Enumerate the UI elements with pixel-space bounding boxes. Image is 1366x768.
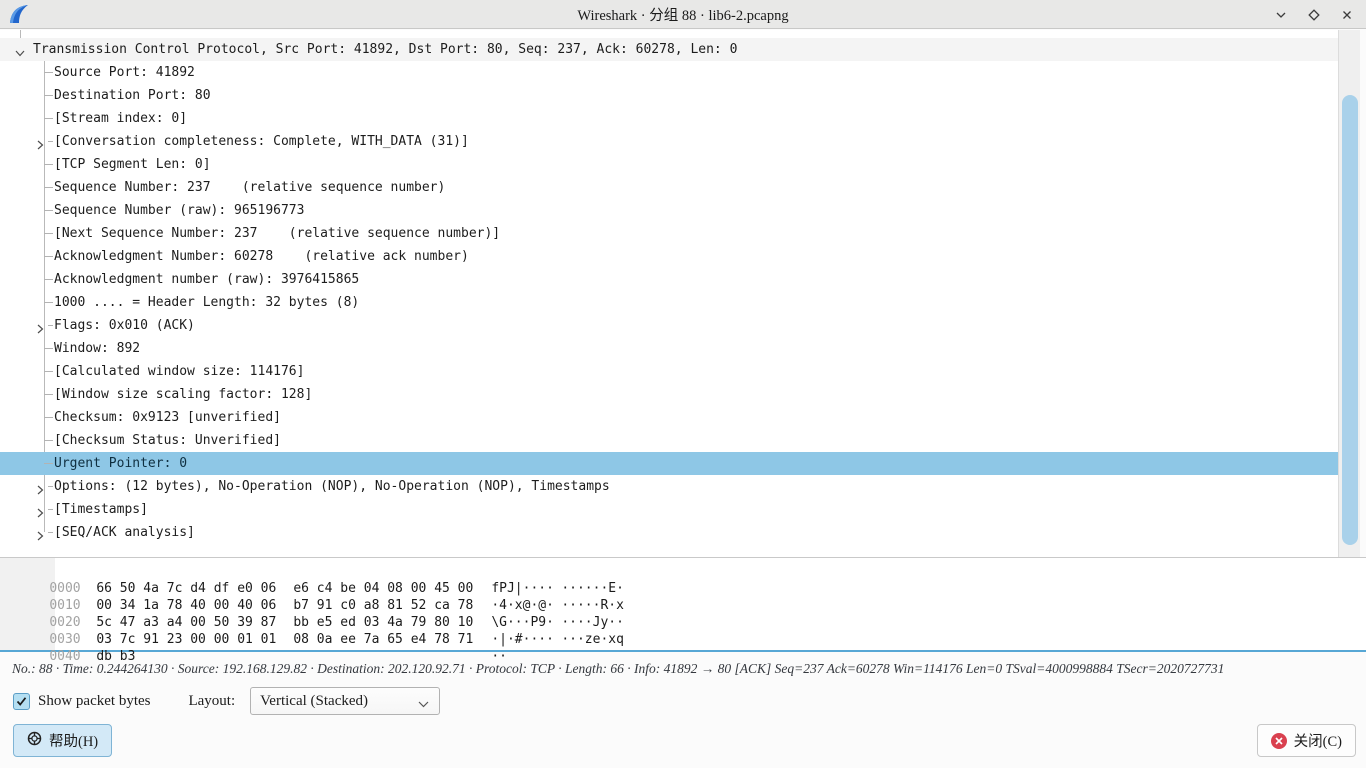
help-button-label: 帮助(H)	[49, 730, 98, 751]
tree-row[interactable]: Source Port: 41892	[0, 61, 1338, 84]
tree-row[interactable]: Flags: 0x010 (ACK)	[0, 314, 1338, 337]
tree-item-label: Flags: 0x010 (ACK)	[54, 314, 195, 337]
close-button-label: 关闭(C)	[1294, 730, 1342, 751]
tree-row[interactable]: Destination Port: 80	[0, 84, 1338, 107]
tree-branch-tick	[48, 141, 53, 142]
tree-scrollbar-track[interactable]	[1338, 30, 1360, 557]
tree-branch-tick	[44, 394, 53, 395]
tree-branch-tick	[44, 440, 53, 441]
tree-branch-tick	[44, 463, 53, 464]
tree-branch-tick	[48, 532, 53, 533]
help-button[interactable]: 帮助(H)	[13, 724, 112, 757]
tree-item-label: Source Port: 41892	[54, 61, 195, 84]
tree-item-label: Options: (12 bytes), No-Operation (NOP),…	[54, 475, 610, 498]
tree-item-label: [Checksum Status: Unverified]	[54, 429, 281, 452]
tree-row[interactable]: [Stream index: 0]	[0, 107, 1338, 130]
tree-branch-tick	[48, 486, 53, 487]
tree-item-label: [SEQ/ACK analysis]	[54, 521, 195, 544]
tree-guide-line	[20, 30, 21, 38]
tree-item-label: [Conversation completeness: Complete, WI…	[54, 130, 469, 153]
layout-dropdown[interactable]: Vertical (Stacked)	[250, 687, 440, 715]
tree-item-label: [Next Sequence Number: 237 (relative seq…	[54, 222, 500, 245]
tree-branch-tick	[44, 417, 53, 418]
tree-row[interactable]: Options: (12 bytes), No-Operation (NOP),…	[0, 475, 1338, 498]
tree-row[interactable]: [Checksum Status: Unverified]	[0, 429, 1338, 452]
tree-row[interactable]: Acknowledgment Number: 60278 (relative a…	[0, 245, 1338, 268]
chevron-down-icon	[417, 697, 430, 714]
tree-item-label: [Timestamps]	[54, 498, 148, 521]
controls-row: Show packet bytes Layout: Vertical (Stac…	[13, 686, 440, 716]
tree-branch-tick	[44, 118, 53, 119]
tree-row[interactable]: [Window size scaling factor: 128]	[0, 383, 1338, 406]
tree-item-label: [TCP Segment Len: 0]	[54, 153, 211, 176]
tree-row[interactable]: [Calculated window size: 114176]	[0, 360, 1338, 383]
tree-row[interactable]: Window: 892	[0, 337, 1338, 360]
tree-item-label: [Window size scaling factor: 128]	[54, 383, 312, 406]
tree-branch-tick	[44, 187, 53, 188]
tree-scrollbar-thumb[interactable]	[1342, 95, 1358, 545]
tree-item-label: Checksum: 0x9123 [unverified]	[54, 406, 281, 429]
tree-item-label: [Stream index: 0]	[54, 107, 187, 130]
tree-branch-tick	[44, 164, 53, 165]
hex-rows: 000066 50 4a 7c d4 df e0 06e6 c4 be 04 0…	[0, 563, 1366, 648]
tree-branch-tick	[48, 509, 53, 510]
hex-row[interactable]: 00205c 47 a3 a4 00 50 39 87bb e5 ed 03 4…	[0, 597, 1366, 614]
tree-item-label: [Calculated window size: 114176]	[54, 360, 304, 383]
tree-row[interactable]: Sequence Number (raw): 965196773	[0, 199, 1338, 222]
minimize-button[interactable]	[1270, 4, 1292, 26]
tree-row[interactable]: [Conversation completeness: Complete, WI…	[0, 130, 1338, 153]
tree-row[interactable]: Urgent Pointer: 0	[0, 452, 1338, 475]
close-icon	[1271, 733, 1287, 749]
close-window-button[interactable]	[1336, 4, 1358, 26]
packet-summary-line: No.: 88 · Time: 0.244264130 · Source: 19…	[12, 661, 1356, 677]
titlebar: Wireshark · 分组 88 · lib6-2.pcapng	[0, 0, 1366, 29]
tree-item-label: Sequence Number (raw): 965196773	[54, 199, 304, 222]
tree-row[interactable]: 1000 .... = Header Length: 32 bytes (8)	[0, 291, 1338, 314]
tree-root-row[interactable]: Transmission Control Protocol, Src Port:…	[0, 38, 1338, 61]
tree-item-label: Acknowledgment number (raw): 3976415865	[54, 268, 359, 291]
tree-row[interactable]: [Next Sequence Number: 237 (relative seq…	[0, 222, 1338, 245]
tree-row[interactable]: [TCP Segment Len: 0]	[0, 153, 1338, 176]
layout-label: Layout:	[188, 693, 235, 710]
hex-row[interactable]: 001000 34 1a 78 40 00 40 06b7 91 c0 a8 8…	[0, 580, 1366, 597]
show-packet-bytes-label[interactable]: Show packet bytes	[38, 693, 150, 710]
expand-chevron-icon[interactable]	[34, 527, 46, 550]
hex-row[interactable]: 0040db b3··	[0, 631, 1366, 648]
tree-branch-tick	[44, 256, 53, 257]
tree-branch-tick	[44, 348, 53, 349]
tree-item-label: Window: 892	[54, 337, 140, 360]
tree-branch-tick	[44, 279, 53, 280]
tree-row[interactable]: [SEQ/ACK analysis]	[0, 521, 1338, 544]
hex-row[interactable]: 003003 7c 91 23 00 00 01 0108 0a ee 7a 6…	[0, 614, 1366, 631]
tree-item-label: Urgent Pointer: 0	[54, 452, 187, 475]
maximize-button[interactable]	[1303, 4, 1325, 26]
tree-branch-tick	[44, 233, 53, 234]
packet-detail-tree: Transmission Control Protocol, Src Port:…	[0, 30, 1338, 557]
tree-branch-tick	[48, 325, 53, 326]
close-button[interactable]: 关闭(C)	[1257, 724, 1356, 757]
tree-row[interactable]: [Timestamps]	[0, 498, 1338, 521]
tree-root-label: Transmission Control Protocol, Src Port:…	[33, 38, 737, 61]
tree-branch-tick	[44, 210, 53, 211]
hex-row[interactable]: 000066 50 4a 7c d4 df e0 06e6 c4 be 04 0…	[0, 563, 1366, 580]
layout-dropdown-value: Vertical (Stacked)	[260, 693, 368, 710]
tree-branch-tick	[44, 95, 53, 96]
tree-row[interactable]: Sequence Number: 237 (relative sequence …	[0, 176, 1338, 199]
tree-item-label: Acknowledgment Number: 60278 (relative a…	[54, 245, 469, 268]
tree-item-label: Destination Port: 80	[54, 84, 211, 107]
packet-bytes-pane: 000066 50 4a 7c d4 df e0 06e6 c4 be 04 0…	[0, 557, 1366, 652]
tree-branch-tick	[44, 302, 53, 303]
wireshark-logo-icon	[8, 3, 30, 25]
help-icon	[27, 731, 42, 751]
window-title: Wireshark · 分组 88 · lib6-2.pcapng	[0, 4, 1366, 25]
show-packet-bytes-checkbox[interactable]	[13, 693, 30, 710]
tree-branch-tick	[44, 72, 53, 73]
tree-row[interactable]: Checksum: 0x9123 [unverified]	[0, 406, 1338, 429]
tree-item-label: Sequence Number: 237 (relative sequence …	[54, 176, 445, 199]
tree-item-label: 1000 .... = Header Length: 32 bytes (8)	[54, 291, 359, 314]
tree-row[interactable]: Acknowledgment number (raw): 3976415865	[0, 268, 1338, 291]
tree-items: Source Port: 41892 Destination Port: 80 …	[0, 61, 1338, 544]
tree-branch-tick	[44, 371, 53, 372]
